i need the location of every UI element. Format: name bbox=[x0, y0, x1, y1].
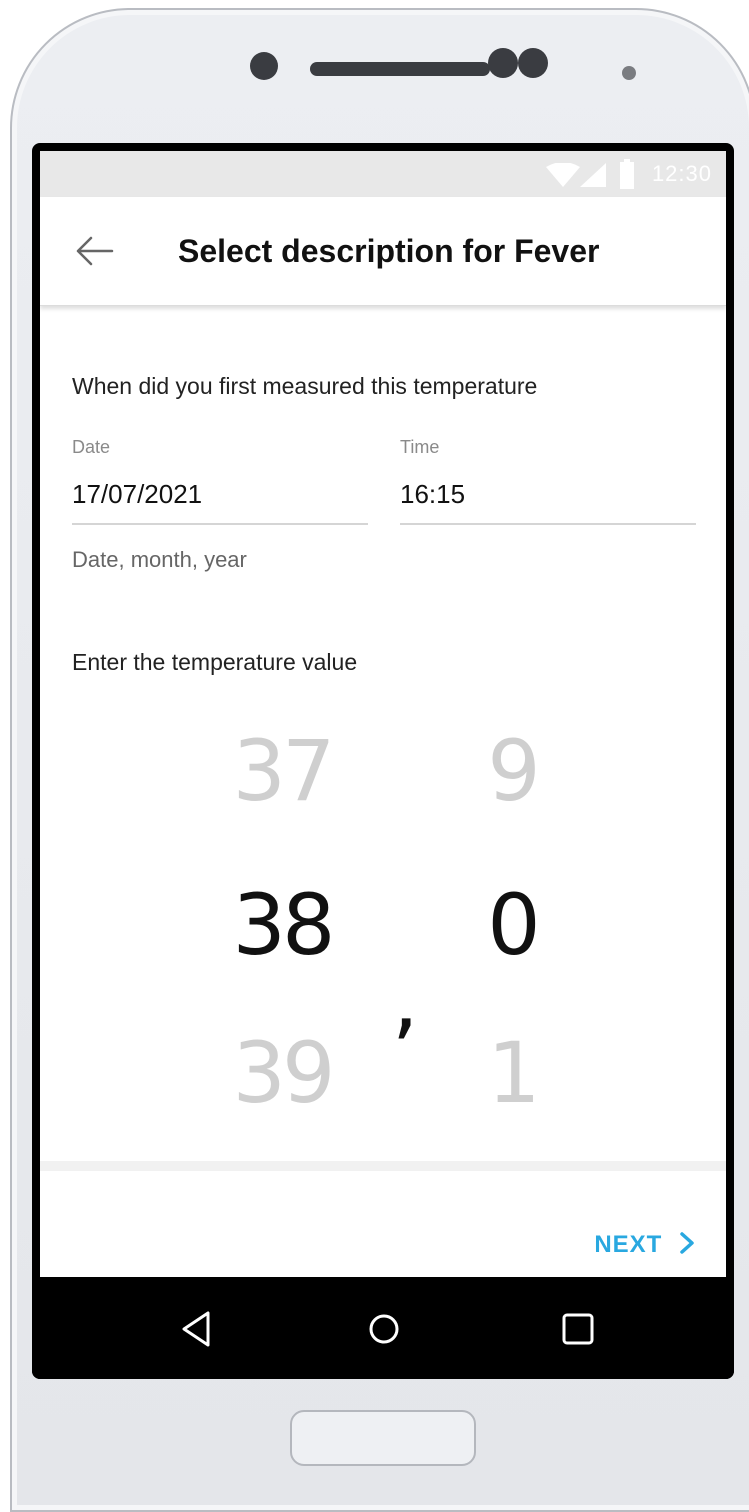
signal-icon bbox=[580, 163, 606, 187]
front-camera bbox=[250, 52, 278, 80]
triangle-back-icon bbox=[182, 1311, 210, 1347]
sensor-dot bbox=[518, 48, 548, 78]
integer-option-above[interactable]: 37 bbox=[202, 729, 362, 813]
nav-recents-button[interactable] bbox=[556, 1307, 600, 1351]
app-content: Select description for Fever When did yo… bbox=[40, 197, 726, 1277]
device-screen: 12:30 Select description for Fever When … bbox=[32, 143, 734, 1379]
decimal-option-selected[interactable]: 0 bbox=[432, 883, 592, 967]
next-button-label: NEXT bbox=[594, 1231, 663, 1258]
status-time: 12:30 bbox=[651, 161, 712, 186]
proximity-dot bbox=[622, 66, 636, 80]
arrow-back-icon bbox=[76, 236, 114, 266]
navigation-bar bbox=[32, 1277, 734, 1379]
decimal-separator: , bbox=[392, 951, 419, 1049]
time-field-value[interactable]: 16:15 bbox=[400, 479, 465, 510]
earpiece-speaker bbox=[310, 62, 490, 76]
status-bar: 12:30 bbox=[40, 151, 726, 197]
date-field-value[interactable]: 17/07/2021 bbox=[72, 479, 202, 510]
decimal-option-below[interactable]: 1 bbox=[432, 1031, 592, 1115]
temperature-prompt: Enter the temperature value bbox=[72, 649, 358, 675]
time-field-underline bbox=[400, 523, 696, 525]
date-helper-text: Date, month, year bbox=[72, 547, 247, 572]
footer-divider bbox=[40, 1161, 726, 1171]
date-field-underline bbox=[72, 523, 368, 525]
nav-back-button[interactable] bbox=[176, 1307, 220, 1351]
square-recents-icon bbox=[562, 1313, 594, 1345]
sensor-dot bbox=[488, 48, 518, 78]
time-field-label: Time bbox=[400, 437, 440, 457]
date-field-label: Date bbox=[72, 437, 111, 457]
back-button[interactable] bbox=[70, 225, 122, 277]
app-bar: Select description for Fever bbox=[40, 197, 726, 306]
integer-option-selected[interactable]: 38 bbox=[202, 883, 362, 967]
hardware-home-button[interactable] bbox=[290, 1410, 476, 1466]
circle-home-icon bbox=[369, 1314, 399, 1344]
battery-icon bbox=[620, 159, 634, 189]
integer-option-below[interactable]: 39 bbox=[202, 1031, 362, 1115]
next-button[interactable]: NEXT bbox=[594, 1231, 696, 1259]
chevron-right-icon bbox=[680, 1232, 694, 1254]
measurement-question: When did you first measured this tempera… bbox=[72, 373, 538, 399]
page-title: Select description for Fever bbox=[178, 233, 600, 269]
nav-home-button[interactable] bbox=[362, 1307, 406, 1351]
decimal-option-above[interactable]: 9 bbox=[432, 729, 592, 813]
wifi-icon bbox=[546, 163, 580, 187]
